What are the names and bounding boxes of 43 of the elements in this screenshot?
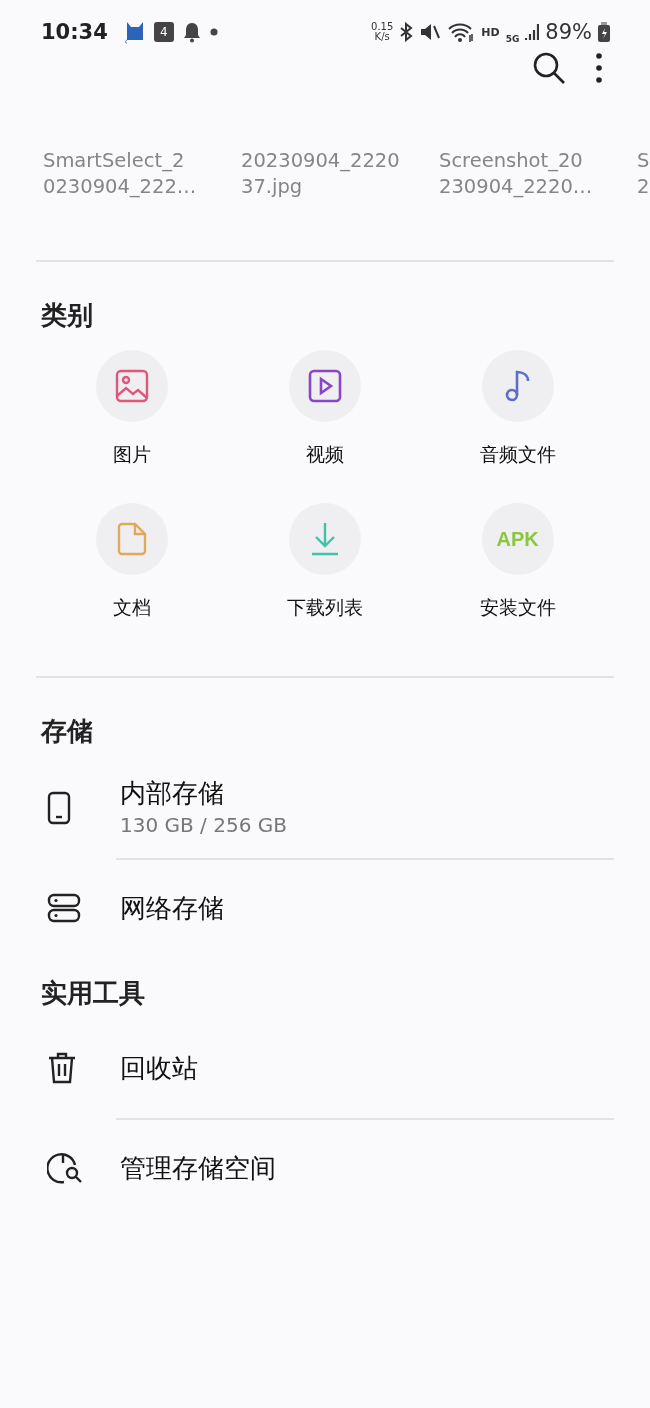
mute-icon bbox=[419, 22, 442, 42]
section-title: 实用工具 bbox=[40, 977, 146, 1010]
battery-icon bbox=[598, 22, 610, 42]
network-speed: 0.15 K/s bbox=[371, 22, 394, 42]
recent-file-name[interactable]: SmartSelect_2 0230904_222… bbox=[43, 148, 241, 200]
apk-icon: APK bbox=[496, 527, 539, 551]
category-label[interactable]: 视频 bbox=[306, 442, 344, 466]
category-label[interactable]: 下载列表 bbox=[287, 595, 363, 619]
list-row[interactable]: 网络存储 bbox=[36, 858, 614, 958]
list-item-title: 内部存储 bbox=[120, 777, 225, 809]
list-row[interactable]: 管理存储空间 bbox=[36, 1118, 614, 1218]
category-label[interactable]: 图片 bbox=[113, 442, 152, 466]
server-icon bbox=[47, 893, 81, 923]
more-options-icon[interactable] bbox=[596, 53, 602, 83]
recent-file-name[interactable]: S 2 bbox=[637, 148, 650, 200]
trash-icon bbox=[47, 1051, 77, 1085]
signal-icon bbox=[525, 22, 540, 42]
network-type: 5G bbox=[505, 34, 520, 44]
category-label[interactable]: 文档 bbox=[113, 595, 152, 619]
clock: 10:34 bbox=[41, 20, 108, 44]
bell-icon bbox=[181, 21, 202, 43]
bluetooth-icon bbox=[399, 22, 414, 42]
hd-label: HD bbox=[481, 25, 500, 39]
list-item-title: 网络存储 bbox=[120, 892, 224, 924]
list-row[interactable]: 回收站 bbox=[36, 1018, 614, 1118]
dot-icon bbox=[209, 28, 218, 36]
storage-usage: 130 GB / 256 GB bbox=[120, 812, 287, 839]
calendar-icon: 4 bbox=[153, 22, 174, 42]
list-row[interactable]: 内部存储 130 GB / 256 GB bbox=[36, 758, 614, 858]
storage-search-icon bbox=[47, 1151, 83, 1185]
recent-file-name[interactable]: 20230904_2220 37.jpg bbox=[241, 148, 439, 200]
wifi-icon bbox=[447, 21, 476, 43]
battery-level: 89% bbox=[545, 20, 592, 44]
list-item-title: 管理存储空间 bbox=[120, 1152, 276, 1184]
category-label[interactable]: 安装文件 bbox=[479, 595, 556, 619]
list-item-title: 回收站 bbox=[120, 1052, 198, 1084]
search-icon[interactable] bbox=[532, 51, 566, 85]
phone-icon bbox=[47, 791, 71, 825]
recent-file-name[interactable]: Screenshot_20 230904_2220… bbox=[439, 148, 637, 200]
section-title: 类别 bbox=[40, 299, 94, 332]
category-label[interactable]: 音频文件 bbox=[479, 442, 556, 466]
cat-icon bbox=[123, 20, 146, 44]
section-title: 存储 bbox=[39, 715, 94, 748]
